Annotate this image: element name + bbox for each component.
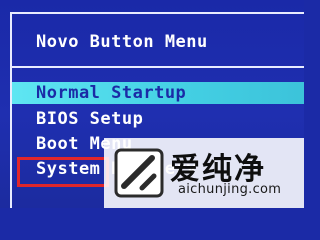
watermark-url: aichunjing.com bbox=[178, 182, 282, 197]
menu-divider bbox=[10, 66, 304, 68]
aichunjing-logo-icon bbox=[114, 148, 164, 198]
bios-screen: Novo Button Menu Normal Startup BIOS Set… bbox=[0, 0, 304, 208]
watermark: 爱纯净 aichunjing.com bbox=[104, 138, 304, 208]
red-highlight-frame bbox=[17, 157, 109, 187]
menu-item-bios-setup[interactable]: BIOS Setup bbox=[36, 108, 143, 130]
menu-item-normal-startup[interactable]: Normal Startup bbox=[12, 82, 304, 104]
menu-title: Novo Button Menu bbox=[36, 32, 208, 52]
